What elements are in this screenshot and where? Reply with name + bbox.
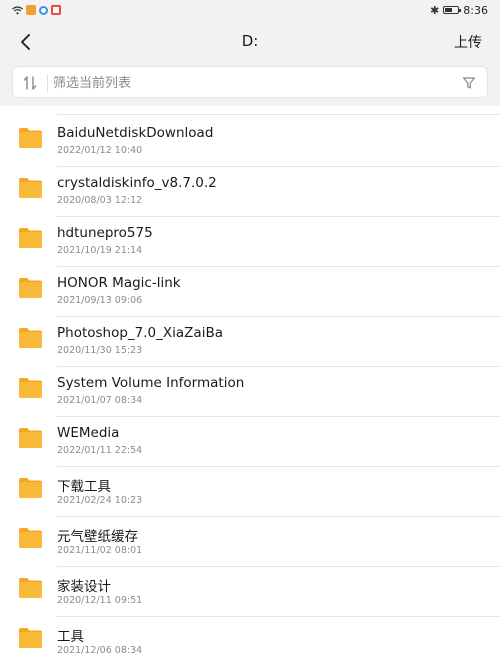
file-date: 2022/01/11 22:54 xyxy=(57,445,143,456)
file-date: 2020/12/11 09:51 xyxy=(57,595,143,606)
filter-input[interactable] xyxy=(53,71,443,95)
file-date: 2020/08/03 12:12 xyxy=(57,195,143,206)
file-date: 2021/01/07 08:34 xyxy=(57,395,143,406)
status-right: ✱ 8:36 xyxy=(430,4,488,17)
file-name: 下载工具 xyxy=(57,479,111,495)
folder-icon xyxy=(19,578,42,598)
list-item[interactable]: crystaldiskinfo_v8.7.0.2 2020/08/03 12:12 xyxy=(0,166,500,216)
folder-icon xyxy=(19,478,42,498)
file-date: 2021/02/24 10:23 xyxy=(57,495,143,506)
file-list: BaiduNetdiskDownload 2022/01/12 10:40 crys… xyxy=(0,106,500,666)
status-left-icons xyxy=(12,5,61,15)
upload-button[interactable]: 上传 xyxy=(454,32,482,52)
battery-level xyxy=(445,8,453,12)
list-item[interactable]: BaiduNetdiskDownload 2022/01/12 10:40 xyxy=(0,116,500,166)
folder-icon xyxy=(19,528,42,548)
list-item[interactable]: 工具 2021/12/06 08:34 xyxy=(0,616,500,666)
chevron-left-icon xyxy=(21,34,30,50)
list-item[interactable]: System Volume Information 2021/01/07 08:3… xyxy=(0,366,500,416)
battery-icon xyxy=(443,6,462,14)
list-divider xyxy=(57,114,500,115)
file-name: 元气壁纸缓存 xyxy=(57,529,138,545)
orange-app-icon xyxy=(26,5,36,15)
file-name: 工具 xyxy=(57,629,84,645)
folder-icon xyxy=(19,328,42,348)
file-name: HONOR Magic-link xyxy=(57,275,181,291)
file-name: crystaldiskinfo_v8.7.0.2 xyxy=(57,175,217,191)
blue-app-icon xyxy=(39,5,48,15)
folder-icon xyxy=(19,378,42,398)
file-date: 2021/11/02 08:01 xyxy=(57,545,143,556)
list-item[interactable]: 元气壁纸缓存 2021/11/02 08:01 xyxy=(0,516,500,566)
status-time: 8:36 xyxy=(463,3,488,17)
file-date: 2022/01/12 10:40 xyxy=(57,145,143,156)
status-bar: ✱ 8:36 xyxy=(0,0,500,20)
list-item[interactable]: WEMedia 2022/01/11 22:54 xyxy=(0,416,500,466)
folder-icon xyxy=(19,278,42,298)
file-name: hdtunepro575 xyxy=(57,225,153,241)
file-date: 2021/09/13 09:06 xyxy=(57,295,143,306)
folder-icon xyxy=(19,228,42,248)
list-item[interactable]: 家装设计 2020/12/11 09:51 xyxy=(0,566,500,616)
wifi-icon xyxy=(12,5,23,15)
folder-icon xyxy=(19,628,42,648)
red-app-icon xyxy=(51,5,61,15)
file-name: BaiduNetdiskDownload xyxy=(57,125,214,141)
list-item[interactable]: Photoshop_7.0_XiaZaiBa 2020/11/30 15:23 xyxy=(0,316,500,366)
back-button[interactable] xyxy=(12,28,38,56)
folder-icon xyxy=(19,428,42,448)
list-item[interactable]: hdtunepro575 2021/10/19 21:14 xyxy=(0,216,500,266)
app-header: D: 上传 xyxy=(0,20,500,64)
folder-icon xyxy=(19,128,42,148)
file-date: 2021/10/19 21:14 xyxy=(57,245,143,256)
file-date: 2021/12/06 08:34 xyxy=(57,645,143,656)
file-name: WEMedia xyxy=(57,425,120,441)
page-title: D: xyxy=(241,32,259,50)
filter-bar xyxy=(0,64,500,106)
sort-button[interactable] xyxy=(19,72,41,94)
filter-funnel-button[interactable] xyxy=(459,73,479,93)
file-name: System Volume Information xyxy=(57,375,245,391)
list-item[interactable]: HONOR Magic-link 2021/09/13 09:06 xyxy=(0,266,500,316)
folder-icon xyxy=(19,178,42,198)
filter-box xyxy=(12,66,488,98)
sort-icon xyxy=(23,76,37,90)
file-name: 家装设计 xyxy=(57,579,111,595)
file-date: 2020/11/30 15:23 xyxy=(57,345,143,356)
funnel-icon xyxy=(462,77,476,89)
bluetooth-icon: ✱ xyxy=(430,3,440,17)
filter-divider xyxy=(47,74,48,92)
list-item[interactable]: 下载工具 2021/02/24 10:23 xyxy=(0,466,500,516)
file-name: Photoshop_7.0_XiaZaiBa xyxy=(57,325,223,341)
